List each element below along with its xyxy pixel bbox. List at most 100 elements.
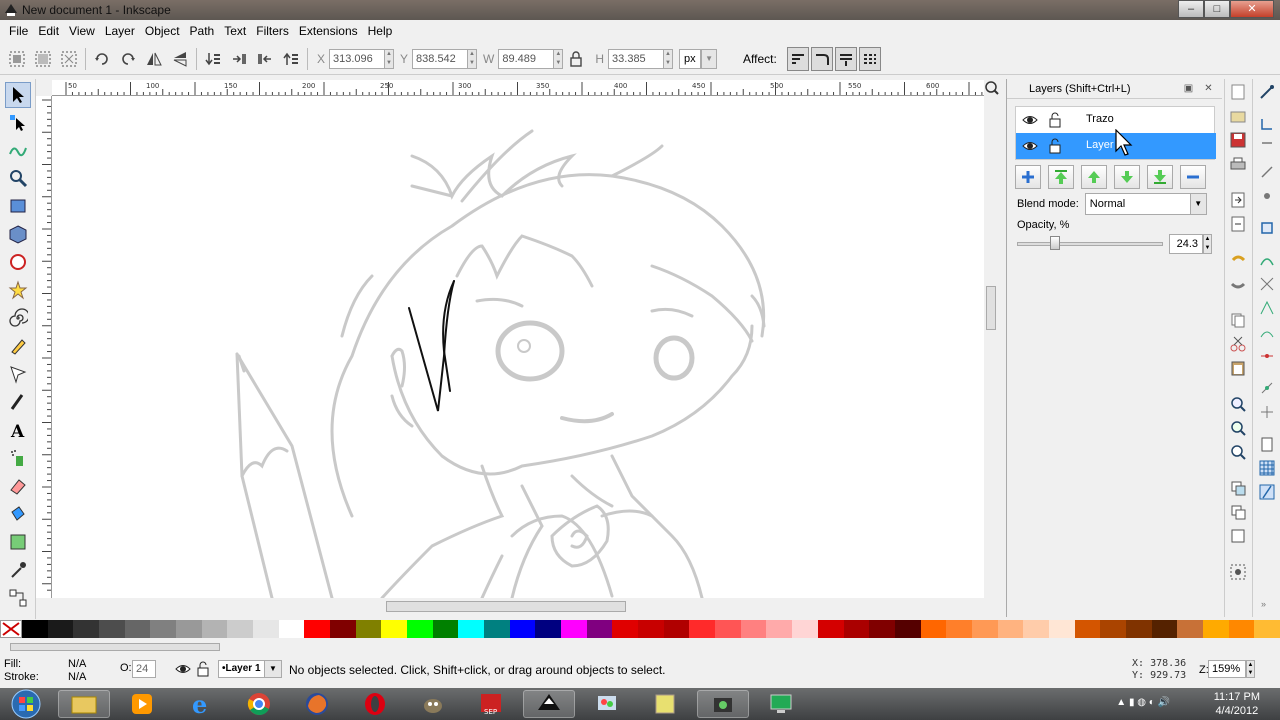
no-paint-swatch[interactable] (0, 620, 22, 638)
snap-smooth-nodes-icon[interactable] (1258, 323, 1276, 341)
pen-tool[interactable] (5, 361, 31, 387)
color-swatch[interactable] (1074, 620, 1101, 638)
palette-scrollbar[interactable] (0, 638, 1280, 656)
print-icon[interactable] (1229, 155, 1247, 173)
color-swatch[interactable] (73, 620, 100, 638)
taskbar-screen-app[interactable] (755, 690, 807, 718)
dropper-tool[interactable] (5, 557, 31, 583)
affect-rounded-corners-toggle[interactable] (810, 46, 833, 71)
color-swatch[interactable] (715, 620, 741, 638)
opacity-slider-track[interactable] (1017, 242, 1163, 246)
color-swatch[interactable] (638, 620, 664, 638)
snap-bbox-corner-icon[interactable] (1258, 163, 1276, 181)
paint-bucket-tool[interactable] (5, 501, 31, 527)
export-icon[interactable] (1229, 215, 1247, 233)
color-swatch[interactable] (432, 620, 459, 638)
gradient-tool[interactable] (5, 529, 31, 555)
zoom-drawing-icon[interactable] (1229, 419, 1247, 437)
group-icon[interactable] (1229, 563, 1247, 581)
affect-stroke-scale-toggle[interactable] (786, 46, 809, 71)
flip-vertical-button[interactable] (169, 48, 191, 70)
raise-layer-button[interactable] (1081, 165, 1107, 189)
vertical-scroll-thumb[interactable] (986, 286, 996, 330)
zoom-page-icon[interactable] (1229, 443, 1247, 461)
color-swatch[interactable] (1048, 620, 1075, 638)
y-spinner[interactable]: ▲ ▼ (468, 48, 478, 69)
color-swatch[interactable] (47, 620, 74, 638)
color-swatch[interactable] (22, 620, 48, 638)
color-swatch[interactable] (1202, 620, 1229, 638)
color-swatch[interactable] (971, 620, 998, 638)
color-swatch[interactable] (1228, 620, 1255, 638)
deselect-button[interactable] (58, 48, 80, 70)
tweak-tool[interactable] (5, 137, 31, 163)
color-swatch[interactable] (1023, 620, 1049, 638)
color-swatch[interactable] (1100, 620, 1126, 638)
rectangle-tool[interactable] (5, 193, 31, 219)
color-swatch[interactable] (355, 620, 382, 638)
color-swatch[interactable] (201, 620, 228, 638)
drawing-canvas[interactable] (52, 96, 984, 598)
color-swatch[interactable] (509, 620, 536, 638)
color-swatch[interactable] (330, 620, 356, 638)
visibility-eye-icon[interactable] (1022, 112, 1038, 128)
color-swatch[interactable] (766, 620, 793, 638)
blend-mode-select[interactable]: Normal ▼ (1084, 193, 1207, 215)
color-swatch[interactable] (176, 620, 202, 638)
taskbar-notes[interactable] (639, 690, 691, 718)
minimize-button[interactable]: – (1178, 0, 1204, 18)
star-tool[interactable] (5, 277, 31, 303)
lower-button[interactable] (228, 48, 250, 70)
color-swatch[interactable] (869, 620, 895, 638)
taskbar-explorer[interactable] (58, 690, 110, 718)
vertical-scrollbar[interactable] (984, 96, 998, 598)
zoom-input[interactable]: 159% (1208, 660, 1246, 678)
snap-cusp-nodes-icon[interactable] (1258, 299, 1276, 317)
unit-select[interactable]: px (679, 48, 702, 69)
flip-horizontal-button[interactable] (143, 48, 165, 70)
unit-dropdown-arrow[interactable]: ▼ (701, 48, 718, 69)
lower-to-bottom-button[interactable] (202, 48, 224, 70)
taskbar-media-player[interactable] (116, 690, 168, 718)
open-icon[interactable] (1229, 107, 1247, 125)
w-input[interactable]: 89.489 (498, 48, 555, 69)
menu-view[interactable]: View (64, 24, 100, 38)
menu-help[interactable]: Help (363, 24, 398, 38)
selector-tool[interactable] (5, 82, 31, 108)
menu-object[interactable]: Object (140, 24, 185, 38)
color-swatch[interactable] (689, 620, 716, 638)
snap-bbox-midpoint-icon[interactable] (1258, 187, 1276, 205)
color-swatch[interactable] (740, 620, 767, 638)
horizontal-ruler[interactable]: 50 100 150 200 250 300 350 400 450 500 550 600 (52, 80, 984, 96)
layer-visibility-icon[interactable] (175, 662, 191, 676)
color-swatch[interactable] (920, 620, 947, 638)
snap-toggle-icon[interactable] (1258, 83, 1276, 101)
ellipse-tool[interactable] (5, 249, 31, 275)
spiral-tool[interactable] (5, 305, 31, 331)
horizontal-scroll-thumb[interactable] (386, 601, 626, 612)
dock-iconify-icon[interactable]: ▣ (1183, 83, 1194, 94)
layer-lock-icon[interactable] (1048, 138, 1062, 154)
import-icon[interactable] (1229, 191, 1247, 209)
color-swatch[interactable] (561, 620, 587, 638)
taskbar-app-sep[interactable]: SEP (465, 690, 517, 718)
w-spinner[interactable]: ▲ ▼ (554, 48, 564, 69)
vertical-ruler[interactable] (36, 96, 52, 598)
menu-layer[interactable]: Layer (100, 24, 140, 38)
close-button[interactable]: ✕ (1230, 0, 1274, 18)
palette-scroll-thumb[interactable] (10, 643, 220, 651)
layer-lock-status-icon[interactable] (197, 661, 209, 677)
menu-file[interactable]: File (4, 24, 33, 38)
horizontal-scrollbar[interactable] (52, 598, 984, 614)
color-swatch[interactable] (253, 620, 279, 638)
color-swatch[interactable] (484, 620, 510, 638)
undo-icon[interactable] (1229, 251, 1247, 269)
dock-close-icon[interactable]: ✕ (1203, 83, 1214, 94)
node-tool[interactable] (5, 110, 31, 136)
color-swatch[interactable] (381, 620, 408, 638)
h-spinner[interactable]: ▲ ▼ (664, 48, 674, 69)
stroke-value[interactable]: N/A (68, 671, 86, 684)
color-swatch[interactable] (458, 620, 485, 638)
snap-paths-icon[interactable] (1258, 251, 1276, 269)
lock-ratio-button[interactable] (565, 48, 587, 70)
